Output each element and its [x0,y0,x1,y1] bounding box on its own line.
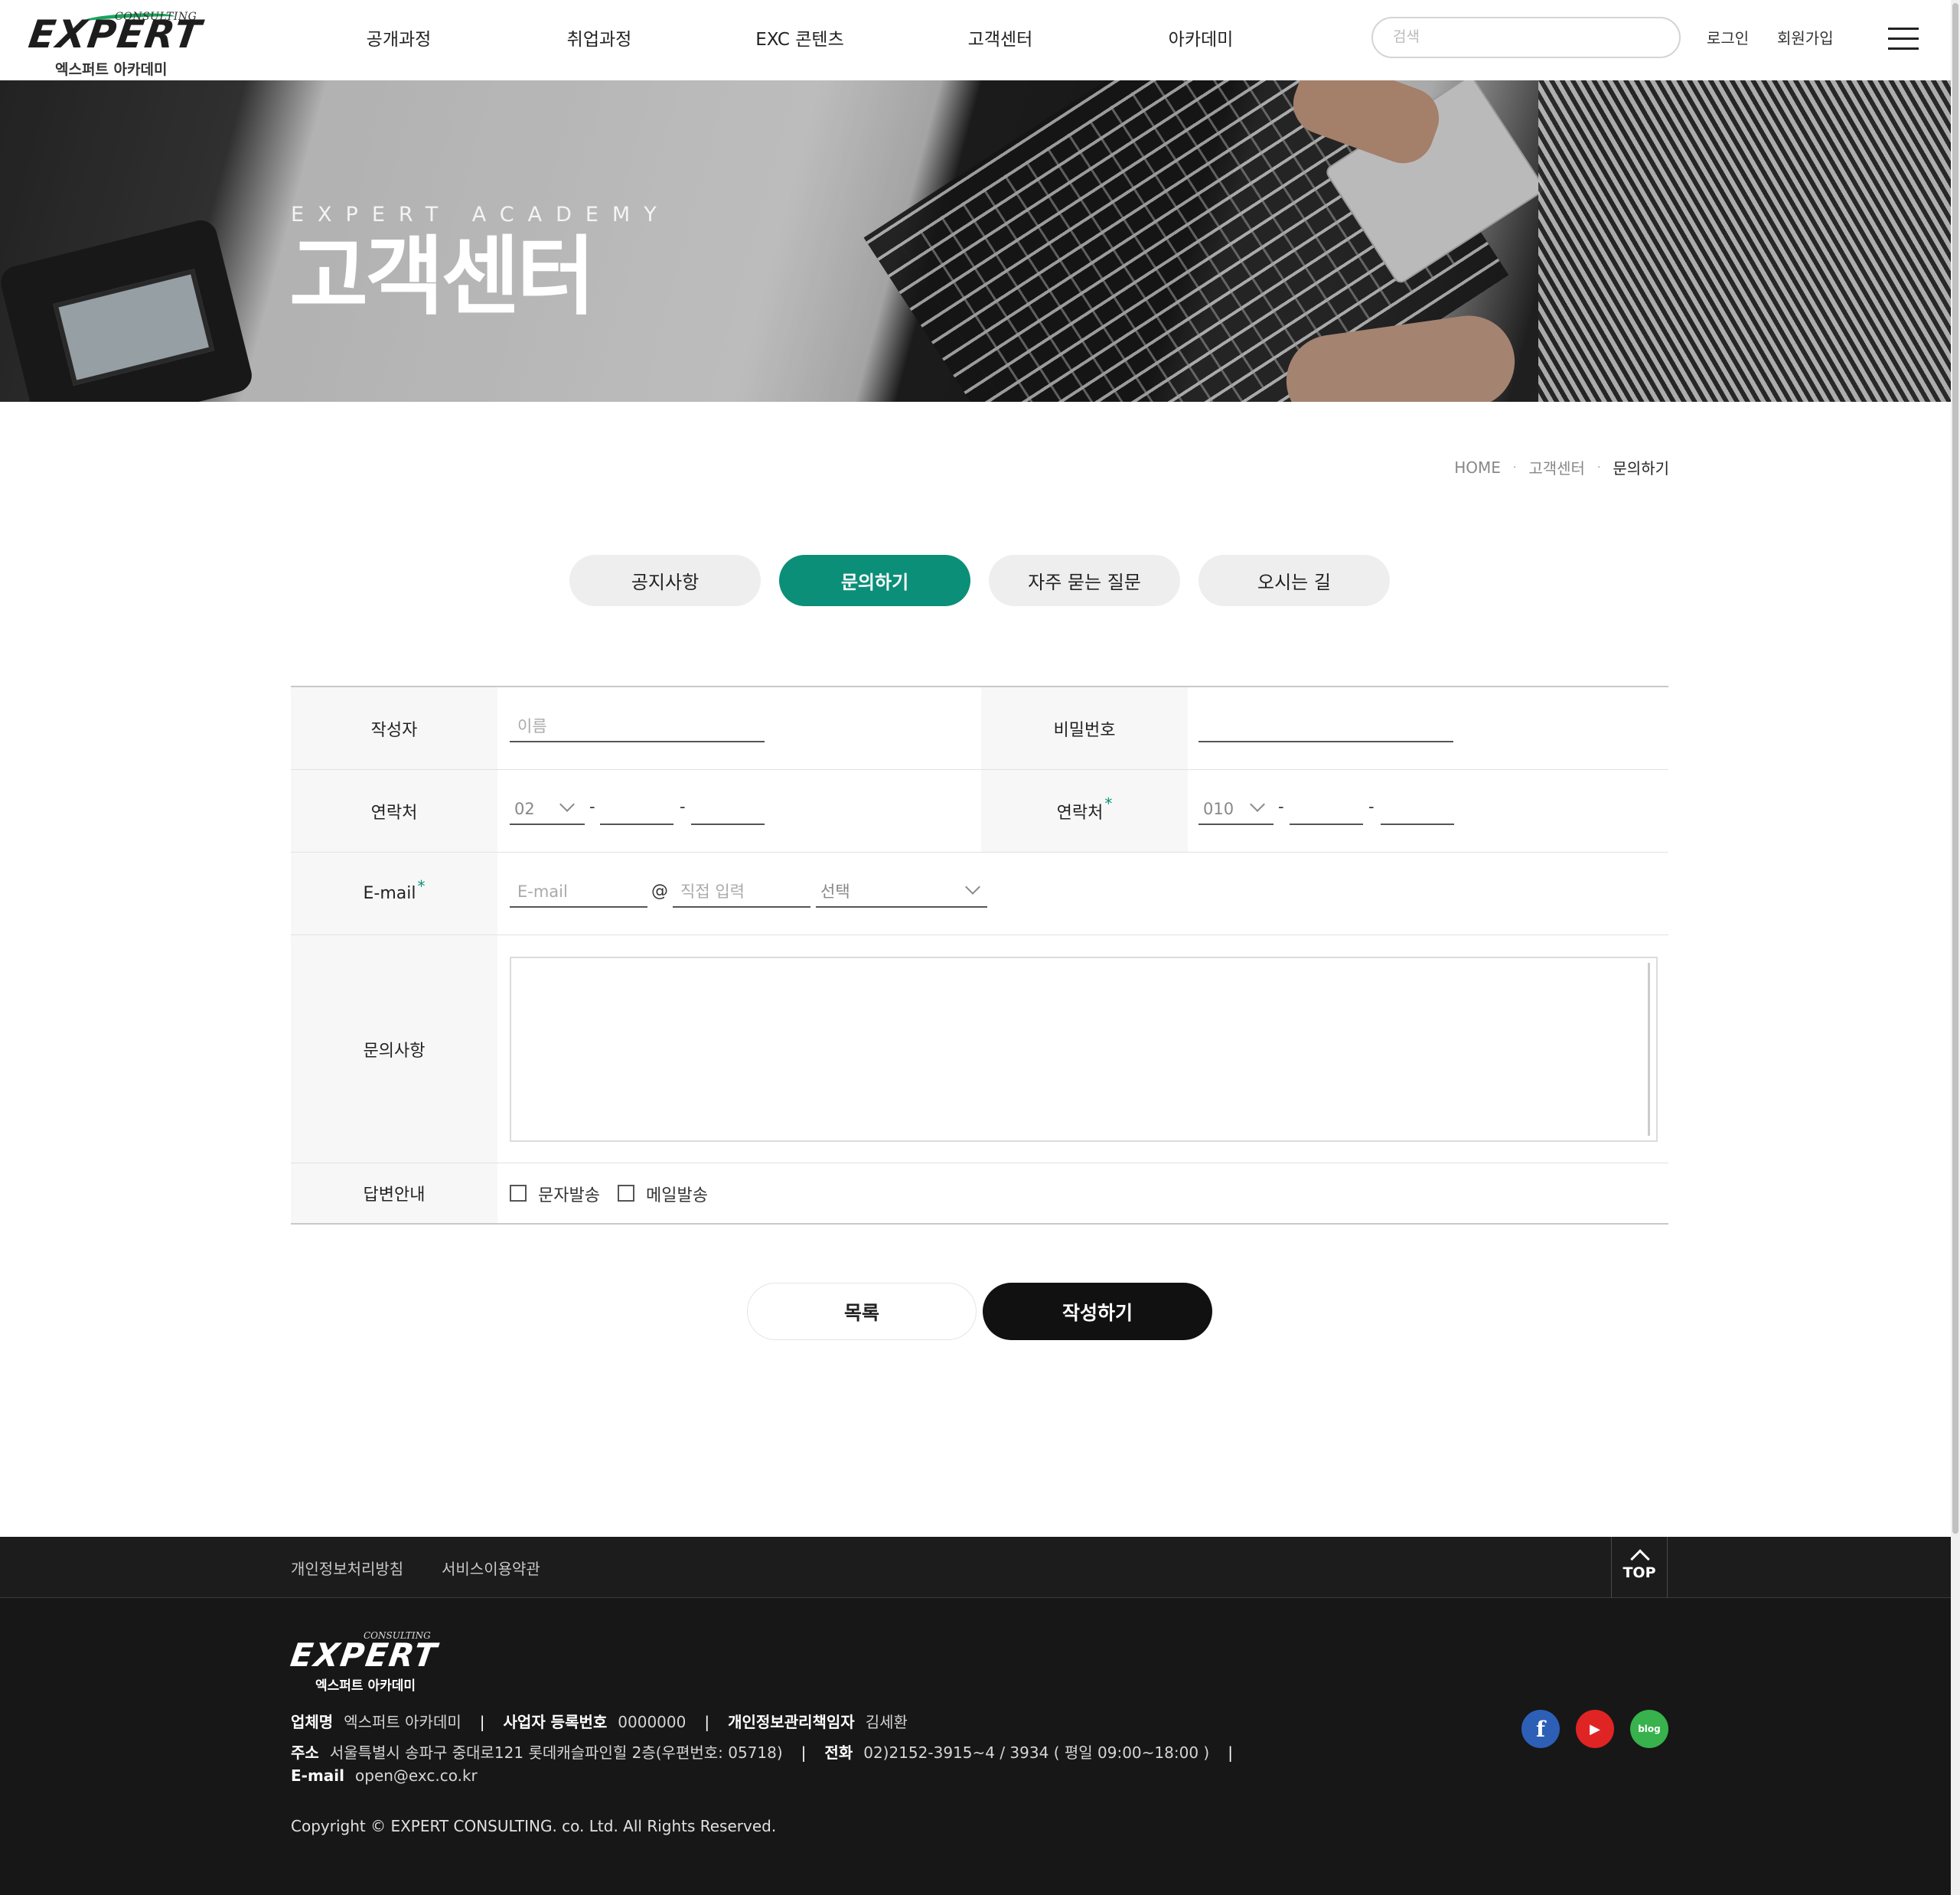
form-row-email: E-mail* @ 선택 [291,853,1668,935]
nav-item-academy[interactable]: 아카데미 [1101,0,1301,80]
footer-logo: CONSULTING EXPERT 엑스퍼트 아카데미 [288,1630,441,1694]
submit-button[interactable]: 작성하기 [983,1283,1212,1340]
nav-item-customer-center[interactable]: 고객센터 [900,0,1101,80]
youtube-icon[interactable]: ▶ [1576,1710,1614,1748]
phone-label: 연락처 [291,770,497,852]
inquiry-textarea[interactable] [510,957,1658,1142]
form-row-reply: 답변안내 문자발송 메일발송 [291,1163,1668,1223]
phone-last-input[interactable] [691,794,765,825]
scroll-top-button[interactable]: TOP [1611,1537,1668,1598]
form-row-inquiry: 문의사항 [291,935,1668,1163]
footer-links-bar: 개인정보처리방침 서비스이용약관 TOP [0,1537,1960,1598]
logo-wordmark: EXPERT [25,12,205,57]
dash-separator: - [589,797,595,816]
company-info-line: 업체명 엑스퍼트 아카데미 | 사업자 등록번호 0000000 | 개인정보관리책임자 김세… [291,1713,908,1731]
password-input[interactable] [1199,712,1453,742]
breadcrumb-separator: · [1512,461,1517,474]
phone-middle-input[interactable] [600,794,673,825]
nav-item-public-courses[interactable]: 공개과정 [298,0,499,80]
mobile-prefix-select[interactable]: 010 [1199,794,1274,825]
chevron-down-icon [965,879,980,895]
logo-subtitle: 엑스퍼트 아카데미 [55,61,168,78]
privacy-policy-link[interactable]: 개인정보처리방침 [291,1557,403,1579]
page-title: 고객센터 [289,227,595,327]
copyright-text: Copyright © EXPERT CONSULTING. co. Ltd. … [291,1817,777,1835]
nav-item-exc-contents[interactable]: EXC 콘텐츠 [700,0,900,80]
sub-tabs: 공지사항 문의하기 자주 묻는 질문 오시는 길 [569,555,1390,606]
phone-prefix-select[interactable]: 02 [510,794,585,825]
author-name-input[interactable] [510,712,765,742]
inquiry-label: 문의사항 [291,935,497,1163]
form-row-author: 작성자 비밀번호 [291,687,1668,770]
site-logo[interactable]: CONSULTING EXPERT 엑스퍼트 아카데미 [26,11,205,78]
dash-separator: - [680,797,686,816]
page-scrollbar[interactable] [1951,0,1960,1895]
sms-checkbox-label[interactable]: 문자발송 [538,1182,600,1206]
reply-label: 답변안내 [291,1163,497,1223]
hero-banner: EXPERT ACADEMY 고객센터 [0,80,1960,402]
facebook-icon[interactable]: f [1521,1710,1560,1748]
chevron-down-icon [1250,797,1265,812]
mail-checkbox[interactable] [618,1185,634,1202]
login-link[interactable]: 로그인 [1707,26,1749,48]
nav-item-job-courses[interactable]: 취업과정 [499,0,700,80]
sms-checkbox[interactable] [510,1185,527,1202]
email-domain-select[interactable]: 선택 [816,877,987,908]
mobile-middle-input[interactable] [1290,794,1363,825]
email-id-input[interactable] [510,877,647,908]
mobile-label: 연락처 * [981,770,1188,852]
author-label: 작성자 [291,687,497,769]
tab-directions[interactable]: 오시는 길 [1199,555,1390,606]
hero-subtitle: EXPERT ACADEMY [291,203,670,227]
site-footer: CONSULTING EXPERT 엑스퍼트 아카데미 업체명 엑스퍼트 아카데미… [0,1598,1960,1895]
site-header: CONSULTING EXPERT 엑스퍼트 아카데미 공개과정 취업과정 EX… [0,0,1960,80]
main-nav: 공개과정 취업과정 EXC 콘텐츠 고객센터 아카데미 [298,0,1301,80]
chevron-down-icon [559,797,575,812]
breadcrumb-current: 문의하기 [1613,459,1669,478]
password-label: 비밀번호 [981,687,1188,769]
mail-checkbox-label[interactable]: 메일발송 [646,1182,708,1206]
address-info-line: 주소 서울특별시 송파구 중대로121 롯데캐슬파인힐 2층(우편번호: 0571… [291,1743,1233,1762]
terms-of-service-link[interactable]: 서비스이용약관 [442,1557,540,1579]
breadcrumb-separator: · [1596,461,1601,474]
breadcrumb-home[interactable]: HOME [1454,458,1501,477]
form-row-phone: 연락처 02 - - 연락처 * 010 - - [291,770,1668,853]
inquiry-form: 작성자 비밀번호 연락처 02 - - 연락처* 010 - - E-mail*… [291,686,1668,1225]
dash-separator: - [1278,797,1284,816]
signup-link[interactable]: 회원가입 [1777,26,1834,48]
email-info-line: E-mail open@exc.co.kr [291,1766,478,1785]
email-domain-input[interactable] [673,877,810,908]
blog-icon[interactable]: blog [1630,1710,1668,1748]
breadcrumb: HOME · 고객센터 · 문의하기 [1454,456,1669,478]
mobile-last-input[interactable] [1381,794,1454,825]
dash-separator: - [1368,797,1375,816]
list-button[interactable]: 목록 [747,1283,977,1340]
tab-notice[interactable]: 공지사항 [569,555,761,606]
tab-inquiry[interactable]: 문의하기 [779,555,970,606]
search-input[interactable] [1371,17,1681,58]
breadcrumb-customer-center[interactable]: 고객센터 [1528,456,1585,478]
hamburger-menu-icon[interactable] [1888,28,1919,51]
tab-faq[interactable]: 자주 묻는 질문 [989,555,1180,606]
email-label: E-mail * [291,853,497,934]
at-symbol: @ [651,882,668,901]
